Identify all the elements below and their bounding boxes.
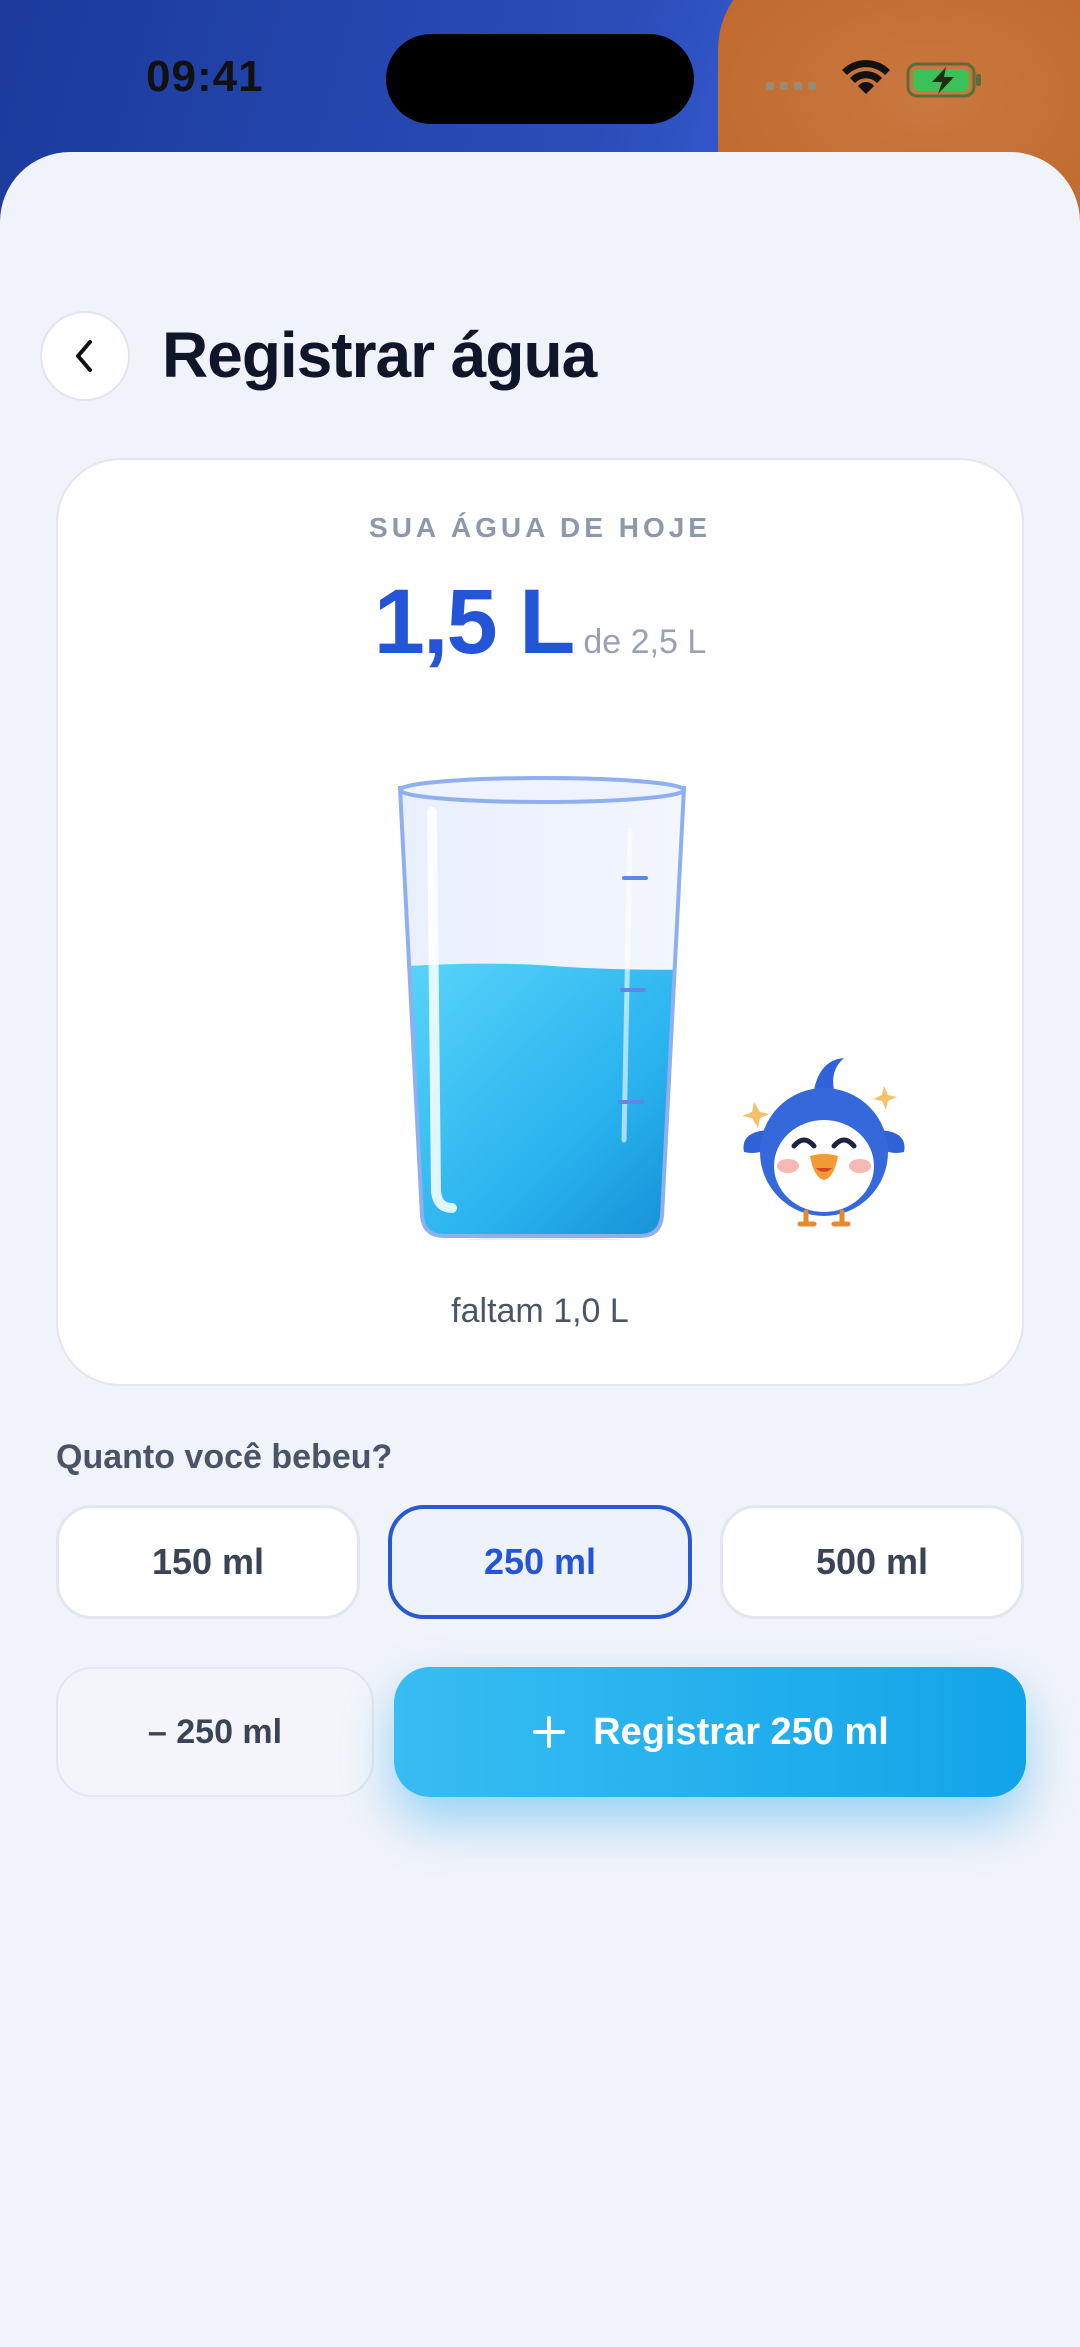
option-250ml-button[interactable]: 250 ml	[388, 1505, 692, 1619]
option-label: 500 ml	[815, 1541, 929, 1582]
signal-icon	[766, 82, 816, 90]
card-label: SUA ÁGUA DE HOJE	[369, 512, 711, 543]
register-label: Registrar 250 ml	[593, 1710, 889, 1753]
plus-icon	[533, 1716, 566, 1748]
wifi-icon	[842, 60, 890, 94]
battery-charging-icon	[906, 62, 981, 98]
dynamic-island	[386, 34, 694, 124]
glass-rim	[398, 776, 686, 804]
amount-goal: de 2,5 L	[583, 623, 707, 661]
back-button[interactable]	[40, 311, 130, 401]
status-time: 09:41	[146, 52, 264, 101]
amount-row: 1,5 Lde 2,5 L	[58, 570, 1022, 675]
remaining-amount: faltam 1,0 L	[451, 1292, 629, 1330]
status-icons	[766, 60, 981, 98]
option-150ml-button[interactable]: 150 ml	[56, 1505, 360, 1619]
option-label: 250 ml	[483, 1541, 597, 1582]
water-glass-illustration	[397, 776, 905, 1240]
remove-250ml-button[interactable]: – 250 ml	[56, 1667, 374, 1797]
today-water-card: SUA ÁGUA DE HOJE 1,5 Lde 2,5 L faltam 1,…	[56, 458, 1024, 1386]
amount-consumed: 1,5 L	[373, 571, 576, 673]
register-water-button[interactable]: Registrar 250 ml	[394, 1667, 1026, 1797]
quantity-question: Quanto você bebeu?	[56, 1438, 393, 1476]
option-label: 150 ml	[151, 1541, 265, 1582]
page-title: Registrar água	[162, 319, 597, 391]
chevron-left-icon	[76, 340, 92, 372]
bird-mascot-icon	[742, 1058, 905, 1227]
remove-label: – 250 ml	[147, 1712, 283, 1751]
option-500ml-button[interactable]: 500 ml	[720, 1505, 1024, 1619]
